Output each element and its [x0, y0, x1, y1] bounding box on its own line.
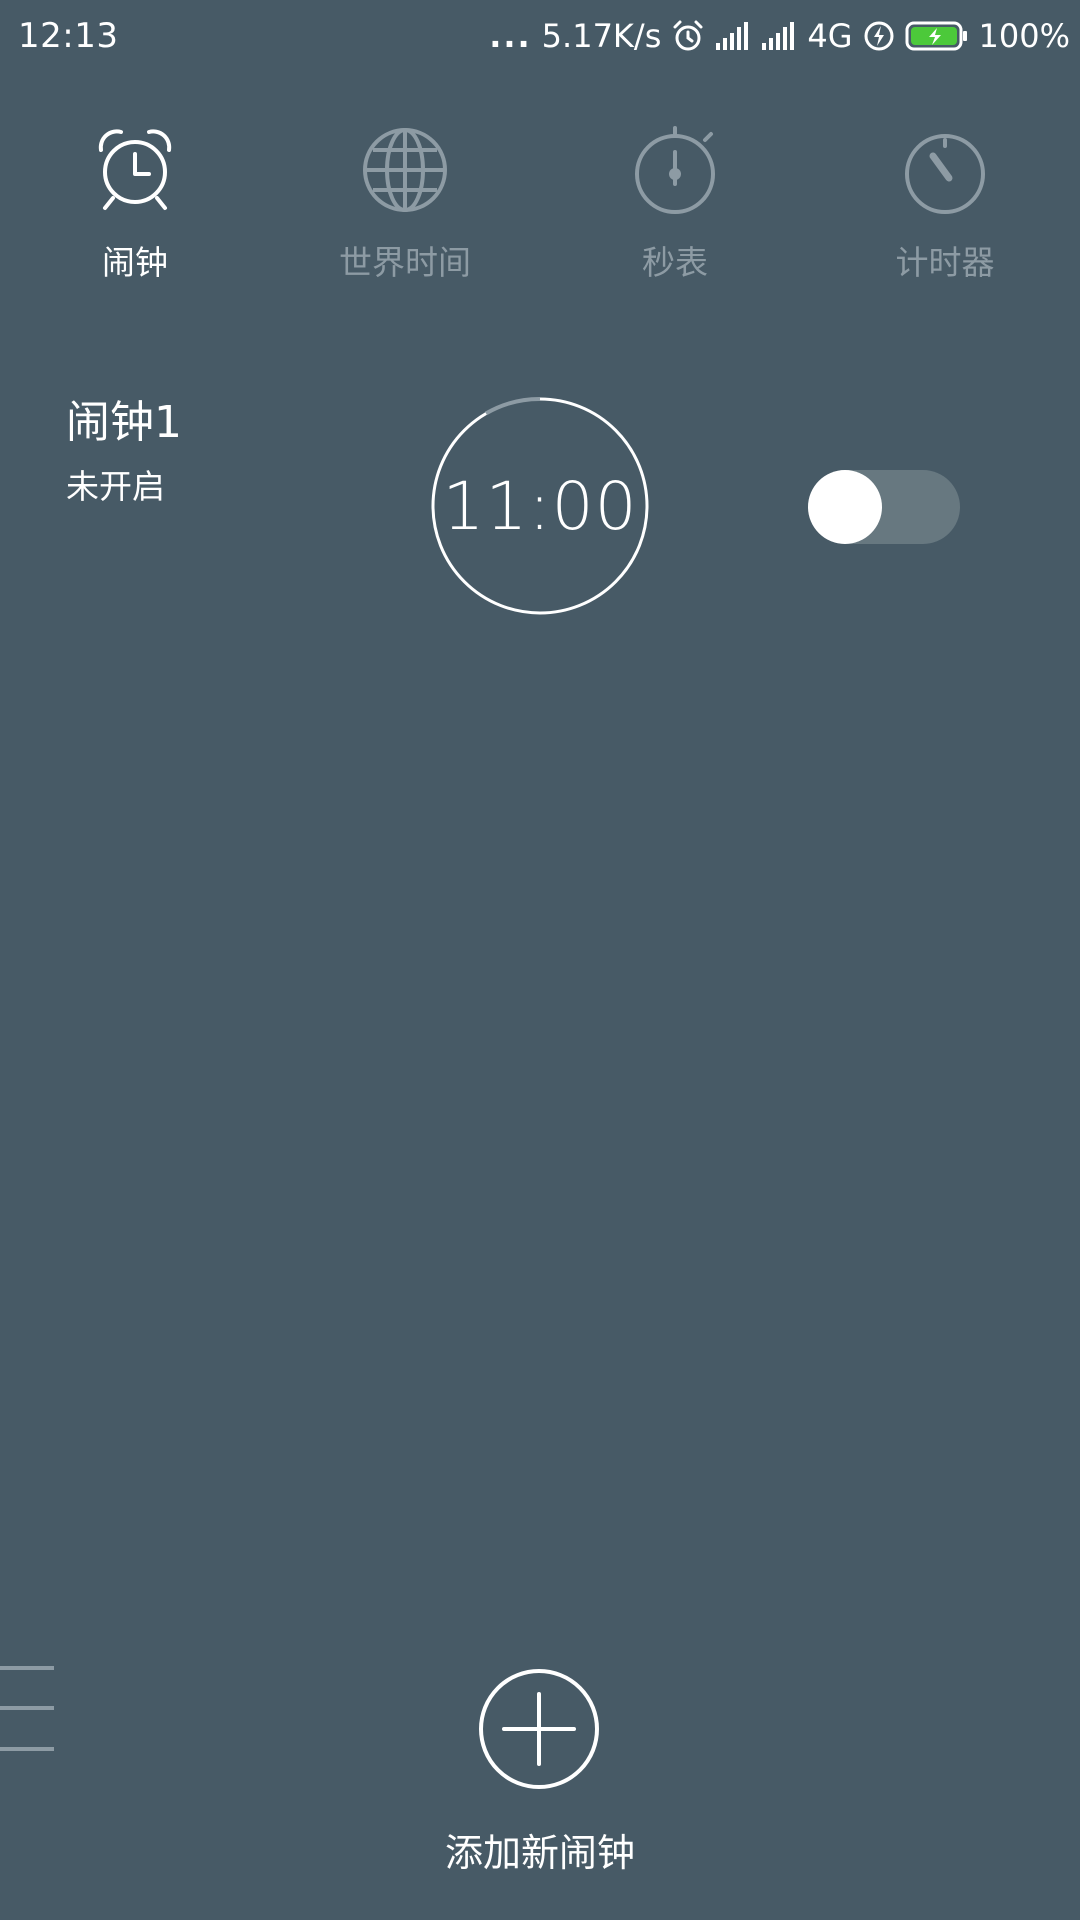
more-dots-icon: ... — [489, 17, 532, 55]
stopwatch-icon — [627, 120, 723, 216]
add-alarm-button[interactable] — [478, 1668, 600, 1790]
add-alarm-label[interactable]: 添加新闹钟 — [0, 1822, 1080, 1877]
tab-world-time-label: 世界时间 — [339, 243, 471, 282]
tab-stopwatch-label: 秒表 — [642, 243, 708, 282]
signal-icon — [761, 21, 797, 51]
globe-icon — [357, 120, 453, 216]
battery-percent: 100% — [978, 17, 1070, 55]
tab-alarm-label: 闹钟 — [102, 243, 168, 282]
status-time: 12:13 — [18, 16, 119, 56]
toggle-knob — [808, 470, 882, 544]
charging-icon — [863, 20, 895, 52]
status-icons: ... 5.17K/s 4G 100% — [489, 14, 1070, 58]
alarm-name: 闹钟1 — [66, 397, 182, 448]
status-bar: 12:13 ... 5.17K/s 4G 100% — [0, 0, 1080, 76]
battery-icon — [905, 20, 969, 52]
menu-line — [0, 1706, 54, 1710]
tab-timer-label: 计时器 — [895, 243, 995, 282]
network-type: 4G — [807, 17, 853, 55]
alarm-item[interactable]: 闹钟1 未开启 11:00 — [0, 380, 1080, 640]
network-speed: 5.17K/s — [541, 17, 662, 55]
menu-line — [0, 1666, 54, 1670]
plus-icon — [479, 1669, 599, 1789]
signal-icon — [715, 21, 751, 51]
alarm-toggle[interactable] — [808, 470, 960, 544]
tab-alarm[interactable]: 闹钟 — [25, 120, 245, 300]
tab-world-time[interactable]: 世界时间 — [295, 120, 515, 300]
clock-app-screen: 12:13 ... 5.17K/s 4G 100% 闹钟 世界时间 秒表 计时器… — [0, 0, 1080, 1920]
tab-bar: 闹钟 世界时间 秒表 计时器 — [0, 120, 1080, 300]
tab-stopwatch[interactable]: 秒表 — [565, 120, 785, 300]
menu-line — [0, 1747, 54, 1751]
alarm-clock-icon — [87, 120, 183, 216]
alarm-time-dial: 11:00 — [428, 394, 652, 618]
menu-handle[interactable] — [0, 1666, 56, 1756]
alarm-time: 11:00 — [442, 467, 638, 545]
timer-icon — [897, 120, 993, 216]
alarm-status: 未开启 — [66, 467, 165, 506]
alarm-icon — [671, 19, 705, 53]
tab-timer[interactable]: 计时器 — [835, 120, 1055, 300]
